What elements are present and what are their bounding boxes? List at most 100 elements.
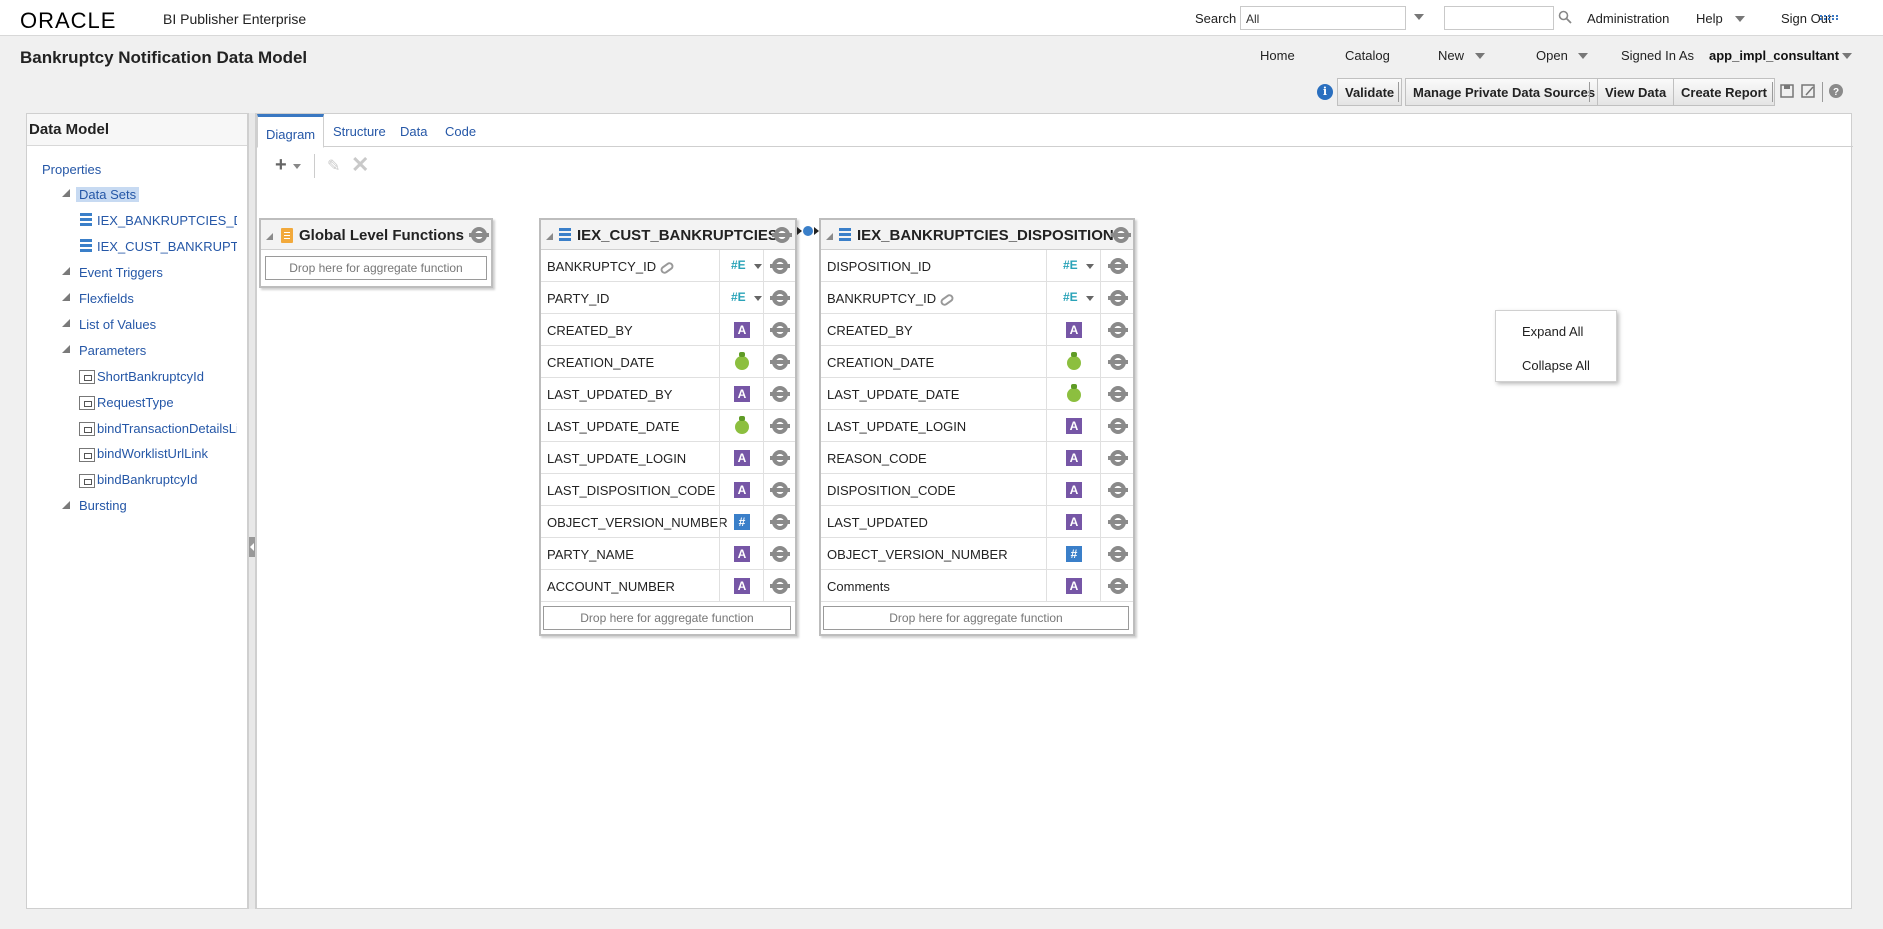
column-type-cell[interactable]: A xyxy=(1046,314,1100,346)
column-row[interactable]: BANKRUPTCY_ID #E xyxy=(541,250,795,282)
catalog-link[interactable]: Catalog xyxy=(1345,48,1390,63)
user-menu[interactable]: app_impl_consultant xyxy=(1709,48,1839,63)
gear-icon[interactable] xyxy=(1108,354,1128,370)
column-type-cell[interactable]: #E xyxy=(719,250,763,282)
tree-list-of-values[interactable]: List of Values xyxy=(79,317,156,332)
edit-icon[interactable]: ✎ xyxy=(327,156,340,176)
tab-structure[interactable]: Structure xyxy=(333,124,386,139)
expand-collapse-icon[interactable] xyxy=(62,293,70,301)
collapse-icon[interactable] xyxy=(826,233,833,240)
tree-flexfields[interactable]: Flexfields xyxy=(79,291,134,306)
save-as-icon[interactable] xyxy=(1800,83,1816,99)
search-scope-dropdown-icon[interactable] xyxy=(1414,14,1424,20)
tab-data[interactable]: Data xyxy=(400,124,427,139)
expand-all-menu-item[interactable]: Expand All xyxy=(1522,324,1583,339)
gear-icon[interactable] xyxy=(1108,418,1128,434)
gear-icon[interactable] xyxy=(770,450,790,466)
column-type-cell[interactable] xyxy=(1046,346,1100,378)
panel-splitter[interactable] xyxy=(248,113,256,909)
tree-properties[interactable]: Properties xyxy=(42,162,101,177)
gear-icon[interactable] xyxy=(1108,290,1128,306)
expand-collapse-icon[interactable] xyxy=(62,267,70,275)
column-row[interactable]: CREATION_DATE xyxy=(821,346,1133,378)
data-set-box[interactable]: IEX_BANKRUPTCIES_DISPOSITIONS DISPOSITIO… xyxy=(819,218,1135,636)
tree-dataset-item[interactable]: IEX_CUST_BANKRUPTCI xyxy=(97,239,237,254)
chevron-down-icon[interactable] xyxy=(1086,264,1094,269)
column-row[interactable]: LAST_UPDATED A xyxy=(821,506,1133,538)
global-level-functions-box[interactable]: Global Level Functions Drop here for agg… xyxy=(259,218,493,288)
tree-parameter-item[interactable]: ShortBankruptcyId xyxy=(97,369,237,384)
delete-icon[interactable]: ✕ xyxy=(351,152,369,178)
column-type-cell[interactable]: #E xyxy=(719,282,763,314)
tree-bursting[interactable]: Bursting xyxy=(79,498,127,513)
column-row[interactable]: LAST_UPDATE_DATE xyxy=(541,410,795,442)
chevron-down-icon[interactable] xyxy=(754,264,762,269)
add-dropdown-icon[interactable] xyxy=(293,164,301,169)
column-row[interactable]: DISPOSITION_ID #E xyxy=(821,250,1133,282)
column-row[interactable]: ACCOUNT_NUMBER A xyxy=(541,570,795,602)
expand-collapse-icon[interactable] xyxy=(62,319,70,327)
column-row[interactable]: DISPOSITION_CODE A xyxy=(821,474,1133,506)
column-row[interactable]: LAST_UPDATE_LOGIN A xyxy=(541,442,795,474)
column-type-cell[interactable] xyxy=(719,410,763,442)
gear-icon[interactable] xyxy=(770,322,790,338)
column-row[interactable]: CREATED_BY A xyxy=(541,314,795,346)
column-row[interactable]: PARTY_ID #E xyxy=(541,282,795,314)
add-icon[interactable]: + xyxy=(275,154,287,177)
search-icon[interactable] xyxy=(1558,10,1572,24)
gear-icon[interactable] xyxy=(1111,227,1131,243)
tab-code[interactable]: Code xyxy=(445,124,476,139)
column-type-cell[interactable] xyxy=(1046,378,1100,410)
column-type-cell[interactable]: A xyxy=(719,570,763,602)
gear-icon[interactable] xyxy=(770,482,790,498)
gear-icon[interactable] xyxy=(1108,322,1128,338)
join-link-icon[interactable] xyxy=(797,224,819,238)
manage-private-data-sources-button[interactable]: Manage Private Data Sources xyxy=(1405,78,1604,106)
tree-dataset-item[interactable]: IEX_BANKRUPTCIES_DIS xyxy=(97,213,237,228)
save-icon[interactable] xyxy=(1779,83,1795,99)
gear-icon[interactable] xyxy=(1108,450,1128,466)
column-type-cell[interactable]: A xyxy=(1046,442,1100,474)
tree-parameter-item[interactable]: RequestType xyxy=(97,395,237,410)
gear-icon[interactable] xyxy=(1108,546,1128,562)
gear-icon[interactable] xyxy=(1108,514,1128,530)
search-input[interactable] xyxy=(1444,6,1554,30)
column-row[interactable]: CREATED_BY A xyxy=(821,314,1133,346)
tree-parameter-item[interactable]: bindTransactionDetailsLin xyxy=(97,421,237,436)
view-data-button[interactable]: View Data xyxy=(1597,78,1675,106)
info-icon[interactable]: i xyxy=(1317,84,1333,100)
aggregate-drop-zone[interactable]: Drop here for aggregate function xyxy=(543,606,791,630)
expand-collapse-icon[interactable] xyxy=(62,501,70,509)
column-type-cell[interactable]: A xyxy=(1046,410,1100,442)
column-type-cell[interactable]: A xyxy=(719,378,763,410)
gear-icon[interactable] xyxy=(770,578,790,594)
column-row[interactable]: Comments A xyxy=(821,570,1133,602)
collapse-icon[interactable] xyxy=(266,233,273,240)
tree-parameter-item[interactable]: bindBankruptcyId xyxy=(97,472,237,487)
column-type-cell[interactable]: #E xyxy=(1046,282,1100,314)
column-row[interactable]: LAST_UPDATE_DATE xyxy=(821,378,1133,410)
aggregate-drop-zone[interactable]: Drop here for aggregate function xyxy=(823,606,1129,630)
gear-icon[interactable] xyxy=(772,227,792,243)
gear-icon[interactable] xyxy=(1108,578,1128,594)
aggregate-drop-zone[interactable]: Drop here for aggregate function xyxy=(265,256,487,280)
column-type-cell[interactable]: A xyxy=(719,474,763,506)
column-type-cell[interactable]: A xyxy=(1046,474,1100,506)
administration-link[interactable]: Administration xyxy=(1587,11,1669,26)
column-row[interactable]: OBJECT_VERSION_NUMBER # xyxy=(541,506,795,538)
home-link[interactable]: Home xyxy=(1260,48,1295,63)
column-row[interactable]: LAST_DISPOSITION_CODE A xyxy=(541,474,795,506)
collapse-panel-handle[interactable] xyxy=(249,537,255,557)
help-icon[interactable]: ? xyxy=(1828,83,1844,99)
chevron-down-icon[interactable] xyxy=(1086,296,1094,301)
gear-icon[interactable] xyxy=(1108,386,1128,402)
column-type-cell[interactable]: # xyxy=(1046,538,1100,570)
user-dropdown-icon[interactable] xyxy=(1842,53,1852,59)
data-set-box[interactable]: IEX_CUST_BANKRUPTCIES BANKRUPTCY_ID #E PAR… xyxy=(539,218,797,636)
gear-icon[interactable] xyxy=(770,386,790,402)
gear-icon[interactable] xyxy=(1108,482,1128,498)
tree-data-sets[interactable]: Data Sets xyxy=(76,187,140,202)
column-row[interactable]: BANKRUPTCY_ID #E xyxy=(821,282,1133,314)
column-type-cell[interactable]: A xyxy=(719,442,763,474)
open-dropdown-icon[interactable] xyxy=(1578,53,1588,59)
